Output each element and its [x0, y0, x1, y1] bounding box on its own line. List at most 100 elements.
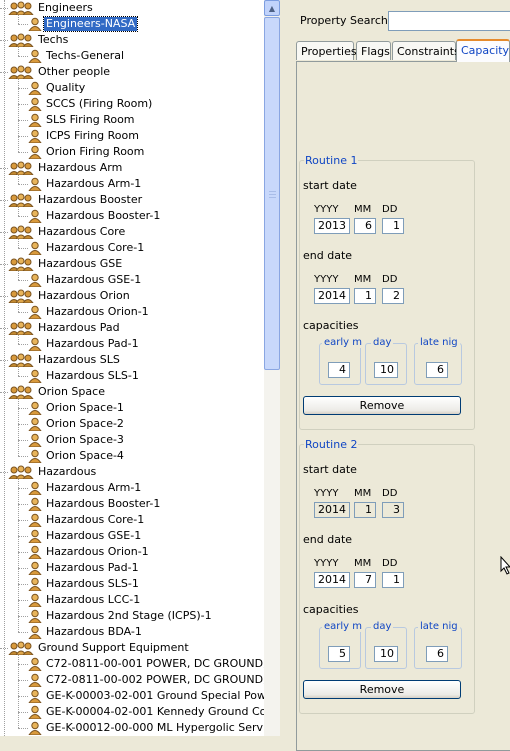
- tree-node-label: Quality: [46, 81, 86, 94]
- late-night-label: late nig: [418, 621, 460, 632]
- tree-vertical-scrollbar[interactable]: ▲: [264, 0, 280, 736]
- tree-item-node[interactable]: Engineers-NASA: [28, 16, 139, 32]
- tab-capacity[interactable]: Capacity: [456, 39, 510, 62]
- people-group-icon: [8, 225, 34, 239]
- tree-item-node[interactable]: Orion Space-3: [28, 432, 126, 448]
- end-day-field[interactable]: 2: [382, 288, 404, 304]
- tree-item-node[interactable]: Hazardous GSE-1: [28, 272, 143, 288]
- start-day-field[interactable]: 1: [382, 218, 404, 234]
- tree-item-node[interactable]: SLS Firing Room: [28, 112, 137, 128]
- end-month-field[interactable]: 1: [354, 288, 376, 304]
- tree-item-node[interactable]: GE-K-00012-00-000 ML Hypergolic Servicin…: [28, 720, 264, 736]
- tree-item-node[interactable]: Orion Firing Room: [28, 144, 146, 160]
- capacities-row: early m 4 day 10 late nig 6: [314, 337, 464, 385]
- tree-item-node[interactable]: Hazardous Core-1: [28, 240, 146, 256]
- late-night-field[interactable]: 6: [426, 362, 448, 378]
- start-month-field[interactable]: 6: [354, 218, 376, 234]
- tree-group-node[interactable]: Orion Space: [8, 384, 107, 400]
- end-year-field[interactable]: 2014: [314, 288, 350, 304]
- late-night-field[interactable]: 6: [426, 646, 448, 662]
- tree-group-node[interactable]: Hazardous GSE: [8, 256, 124, 272]
- start-day-field[interactable]: 3: [382, 502, 404, 518]
- tree-item-node[interactable]: Hazardous GSE-1: [28, 528, 143, 544]
- property-search-input[interactable]: [388, 11, 510, 31]
- tree-group-node[interactable]: Hazardous SLS: [8, 352, 122, 368]
- tree-item-node[interactable]: Orion Space-4: [28, 448, 126, 464]
- tree-connector: [18, 248, 28, 249]
- tree-connector: [18, 616, 28, 617]
- person-icon: [28, 529, 42, 543]
- tree-item-node[interactable]: Hazardous Pad-1: [28, 560, 141, 576]
- tree-connector: [18, 440, 28, 441]
- remove-routine-button[interactable]: Remove: [303, 396, 461, 415]
- tree-group-node[interactable]: Hazardous Booster: [8, 192, 144, 208]
- tree-connector: [18, 408, 28, 409]
- tree-group-node[interactable]: Ground Support Equipment: [8, 640, 191, 656]
- tree-item-node[interactable]: Orion Space-1: [28, 400, 126, 416]
- tree-item-node[interactable]: Hazardous Booster-1: [28, 496, 162, 512]
- mm-label: MM: [354, 204, 372, 215]
- tab-flags[interactable]: Flags: [356, 41, 391, 60]
- tree-item-node[interactable]: C72-0811-00-002 POWER, DC GROUND, PAI: [28, 672, 264, 688]
- tree-item-node[interactable]: Orion Space-2: [28, 416, 126, 432]
- scroll-up-button[interactable]: ▲: [264, 0, 280, 16]
- tree-item-node[interactable]: Hazardous Booster-1: [28, 208, 162, 224]
- tree-group-node[interactable]: Techs: [8, 32, 70, 48]
- tree-item-node[interactable]: Quality: [28, 80, 87, 96]
- end-month-field[interactable]: 7: [354, 572, 376, 588]
- thumb-grip: [269, 194, 276, 195]
- property-search-label: Property Search:: [300, 14, 392, 27]
- tree-item-node[interactable]: Hazardous 2nd Stage (ICPS)-1: [28, 608, 214, 624]
- tree-item-node[interactable]: GE-K-00003-02-001 Ground Special Power, …: [28, 688, 265, 704]
- yyyy-label: YYYY: [314, 204, 339, 215]
- tree-connector: [18, 136, 28, 137]
- start-year-field[interactable]: 2014: [314, 502, 350, 518]
- start-year-field[interactable]: 2013: [314, 218, 350, 234]
- tree-item-node[interactable]: GE-K-00004-02-001 Kennedy Ground Contro: [28, 704, 264, 720]
- tree-item-node[interactable]: Hazardous SLS-1: [28, 368, 141, 384]
- tree-item-node[interactable]: Techs-General: [28, 48, 126, 64]
- tree-item-node[interactable]: Hazardous SLS-1: [28, 576, 141, 592]
- tree-item-node[interactable]: Hazardous Orion-1: [28, 544, 151, 560]
- tree-item-node[interactable]: Hazardous Arm-1: [28, 176, 143, 192]
- remove-button-label: Remove: [359, 399, 405, 412]
- tree-group-node[interactable]: Hazardous Orion: [8, 288, 132, 304]
- tree-connector: [18, 536, 28, 537]
- early-morning-field[interactable]: 5: [328, 646, 350, 662]
- day-field[interactable]: 10: [374, 362, 398, 378]
- day-field[interactable]: 10: [374, 646, 398, 662]
- person-icon: [28, 689, 42, 703]
- person-icon: [28, 577, 42, 591]
- end-day-field[interactable]: 1: [382, 572, 404, 588]
- tree-item-node[interactable]: Hazardous Pad-1: [28, 336, 141, 352]
- tree-group-node[interactable]: Other people: [8, 64, 112, 80]
- start-month-field[interactable]: 1: [354, 502, 376, 518]
- tree-group-node[interactable]: Engineers: [8, 0, 95, 16]
- end-year-field[interactable]: 2014: [314, 572, 350, 588]
- tree-connector: [0, 8, 8, 9]
- capacities-label: capacities: [303, 603, 359, 616]
- tree-item-node[interactable]: Hazardous Orion-1: [28, 304, 151, 320]
- scroll-thumb[interactable]: [264, 17, 280, 370]
- early-morning-field[interactable]: 4: [328, 362, 350, 378]
- person-icon: [28, 449, 42, 463]
- pane-splitter[interactable]: [280, 0, 288, 736]
- tree-group-node[interactable]: Hazardous Pad: [8, 320, 122, 336]
- tree-item-node[interactable]: Hazardous BDA-1: [28, 624, 144, 640]
- person-icon: [28, 49, 42, 63]
- tree-item-node[interactable]: Hazardous Core-1: [28, 512, 146, 528]
- tree-group-node[interactable]: Hazardous: [8, 464, 98, 480]
- tree-item-node[interactable]: C72-0811-00-001 POWER, DC GROUND, PAI: [28, 656, 264, 672]
- remove-routine-button[interactable]: Remove: [303, 680, 461, 699]
- tree-item-node[interactable]: Hazardous Arm-1: [28, 480, 143, 496]
- tab-properties[interactable]: Properties: [296, 41, 357, 60]
- person-icon: [28, 337, 42, 351]
- tree-group-node[interactable]: Hazardous Core: [8, 224, 127, 240]
- resource-tree[interactable]: Engineers Engineers-NASA Techs Techs-Genera…: [0, 0, 265, 736]
- tree-group-node[interactable]: Hazardous Arm: [8, 160, 124, 176]
- tab-constraints[interactable]: Constraints: [392, 41, 460, 60]
- tree-item-node[interactable]: Hazardous LCC-1: [28, 592, 142, 608]
- tree-node-label: GE-K-00003-02-001 Ground Special Power, …: [46, 689, 265, 702]
- tree-item-node[interactable]: SCCS (Firing Room): [28, 96, 154, 112]
- tree-item-node[interactable]: ICPS Firing Room: [28, 128, 141, 144]
